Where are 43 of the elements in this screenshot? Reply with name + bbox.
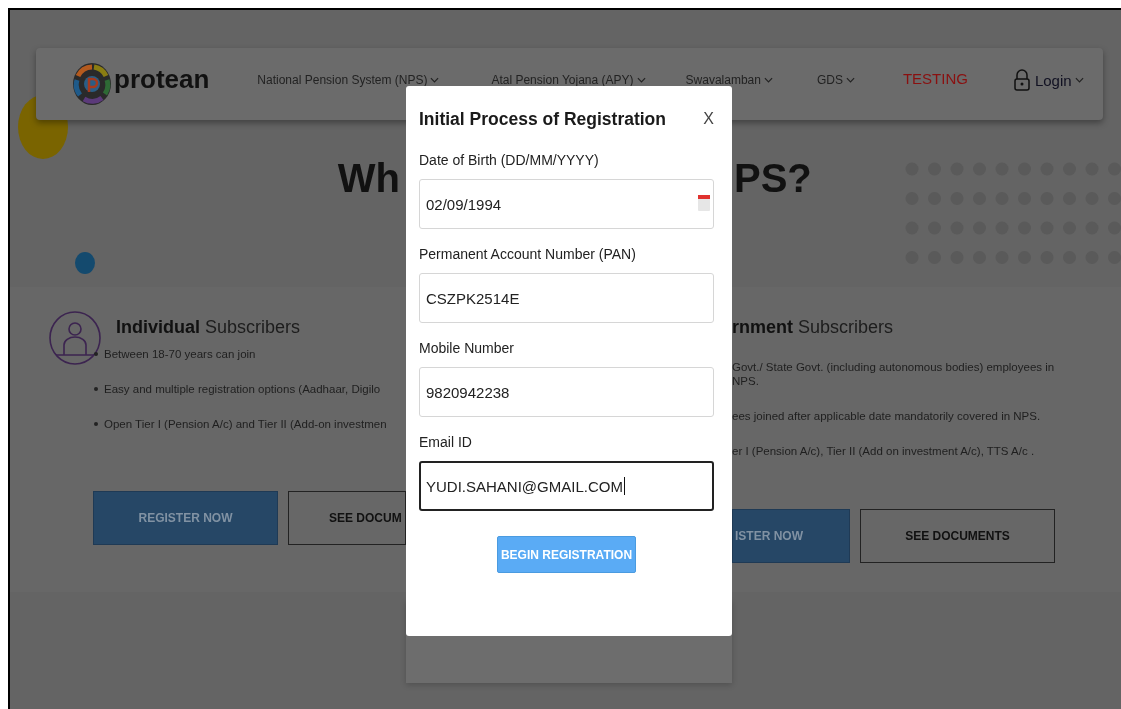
input-field[interactable]: YUDI.SAHANI@GMAIL.COM — [419, 461, 714, 511]
logo-icon — [72, 62, 112, 106]
chevron-down-icon — [430, 77, 440, 83]
input-field[interactable]: 9820942238 — [419, 367, 714, 417]
dialog-title: Initial Process of Registration — [419, 108, 666, 130]
section-button[interactable]: REGISTER NOW — [93, 491, 278, 545]
bullet-icon — [94, 387, 98, 391]
bullet-icon — [94, 422, 98, 426]
login-link[interactable]: Login — [1013, 69, 1084, 91]
field-label: Email ID — [419, 434, 473, 450]
bullet-text: ees joined after applicable date mandatorily covered in NPS. — [732, 409, 1042, 423]
calendar-icon[interactable] — [698, 195, 710, 211]
nav-link[interactable]: TESTING — [902, 69, 968, 87]
person-icon — [48, 311, 102, 365]
chevron-down-icon — [636, 77, 646, 83]
padlock-icon — [1013, 69, 1030, 91]
field-label: Permanent Account Number (PAN) — [419, 246, 637, 262]
section-button[interactable]: ISTER NOW — [732, 509, 850, 563]
bullet-text: Govt./ State Govt. (including autonomous bodies) employees in NPS. — [732, 360, 1056, 388]
section-title: Individual Subscribers — [116, 317, 301, 338]
section-button[interactable]: SEE DOCUM — [288, 491, 406, 545]
chevron-down-icon — [763, 77, 773, 83]
nav-link[interactable]: GDS — [816, 73, 855, 87]
section-button[interactable]: SEE DOCUMENTS — [860, 509, 1055, 563]
close-button[interactable]: X — [703, 110, 714, 128]
section-title: rnment Subscribers — [732, 317, 895, 338]
circle-decoration — [75, 252, 95, 274]
chevron-down-icon — [1074, 77, 1084, 83]
page-heading: Wh — [337, 155, 400, 202]
bullet-text: Between 18-70 years can join — [104, 347, 256, 361]
brand-name: protean — [114, 63, 210, 95]
bullet-text: Easy and multiple registration options (Aadhaar, Digilo — [104, 382, 381, 396]
begin-registration-button[interactable]: BEGIN REGISTRATION — [497, 536, 636, 573]
field-label: Date of Birth (DD/MM/YYYY) — [419, 152, 600, 168]
input-field[interactable]: 02/09/1994 — [419, 179, 714, 229]
input-field[interactable]: CSZPK2514E — [419, 273, 714, 323]
nav-link[interactable]: National Pension System (NPS) — [257, 73, 440, 87]
field-label: Mobile Number — [419, 340, 515, 356]
chevron-down-icon — [845, 77, 855, 83]
page-heading: PS? — [734, 155, 812, 202]
nav-link[interactable]: Swavalamban — [685, 73, 773, 87]
bullet-icon — [94, 352, 98, 356]
nav-link[interactable]: Atal Pension Yojana (APY) — [491, 73, 646, 87]
